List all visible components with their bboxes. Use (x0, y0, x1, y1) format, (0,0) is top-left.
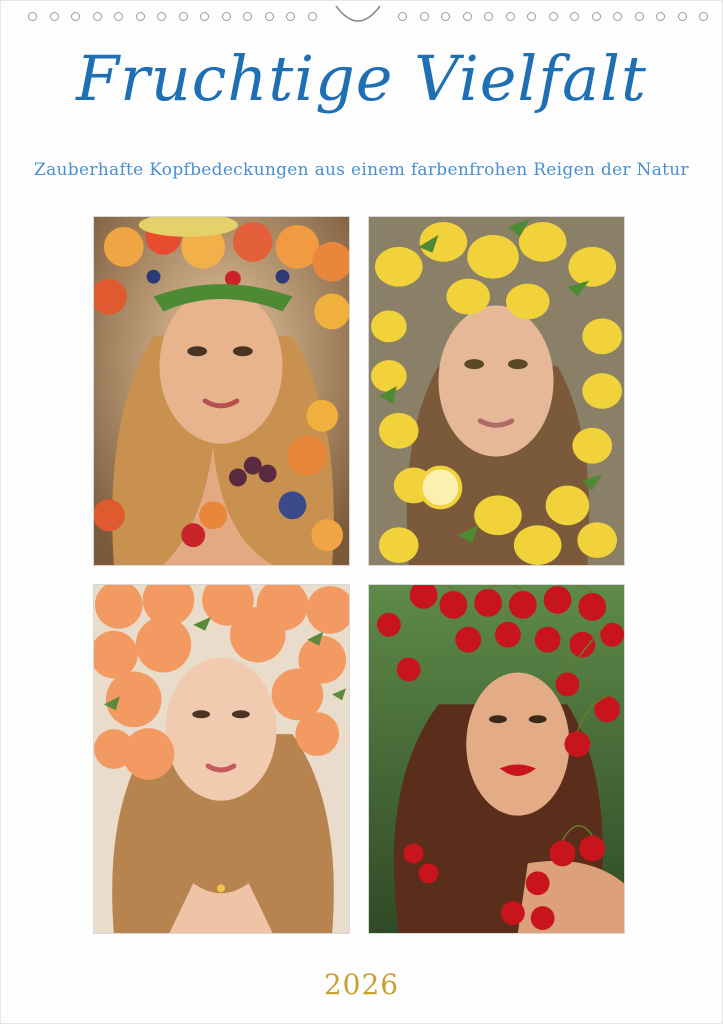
binding-hole (28, 12, 37, 21)
photo-peaches (93, 584, 350, 934)
binding-hole (484, 12, 493, 21)
calendar-cover: Fruchtige Vielfalt Zauberhafte Kopfbedec… (0, 0, 723, 1024)
binding-hole (200, 12, 209, 21)
binding-hole (527, 12, 536, 21)
binding-hole (264, 12, 274, 21)
binding-hole (135, 12, 145, 21)
binding-hole (286, 12, 295, 21)
binding-hole (656, 12, 665, 21)
binding-hole (591, 12, 601, 21)
binding-hole (243, 12, 252, 21)
binding-hole (157, 12, 166, 21)
binding-hole (441, 12, 450, 21)
binding-hole (114, 12, 123, 21)
binding-hole (307, 12, 317, 21)
binding-hole (699, 12, 708, 21)
calendar-title: Fruchtige Vielfalt (76, 42, 647, 115)
binding-hole (221, 12, 231, 21)
calendar-hanger (335, 5, 381, 22)
binding-hole (613, 12, 622, 21)
photo-lemons (368, 216, 625, 566)
binding-hole (677, 12, 687, 21)
photo-mixed-fruit (93, 216, 350, 566)
calendar-year: 2026 (323, 968, 400, 1001)
binding-hole (462, 12, 472, 21)
calendar-subtitle: Zauberhafte Kopfbedeckungen aus einem fa… (34, 160, 689, 180)
binding-hole (570, 12, 579, 21)
binding-hole (398, 12, 407, 21)
binding-hole (505, 12, 515, 21)
binding-hole (178, 12, 188, 21)
binding-hole (92, 12, 102, 21)
binding-hole (419, 12, 429, 21)
binding-hole (548, 12, 558, 21)
photo-cherries (368, 584, 625, 934)
binding-hole (71, 12, 80, 21)
binding-hole (634, 12, 644, 21)
binding-hole (49, 12, 59, 21)
